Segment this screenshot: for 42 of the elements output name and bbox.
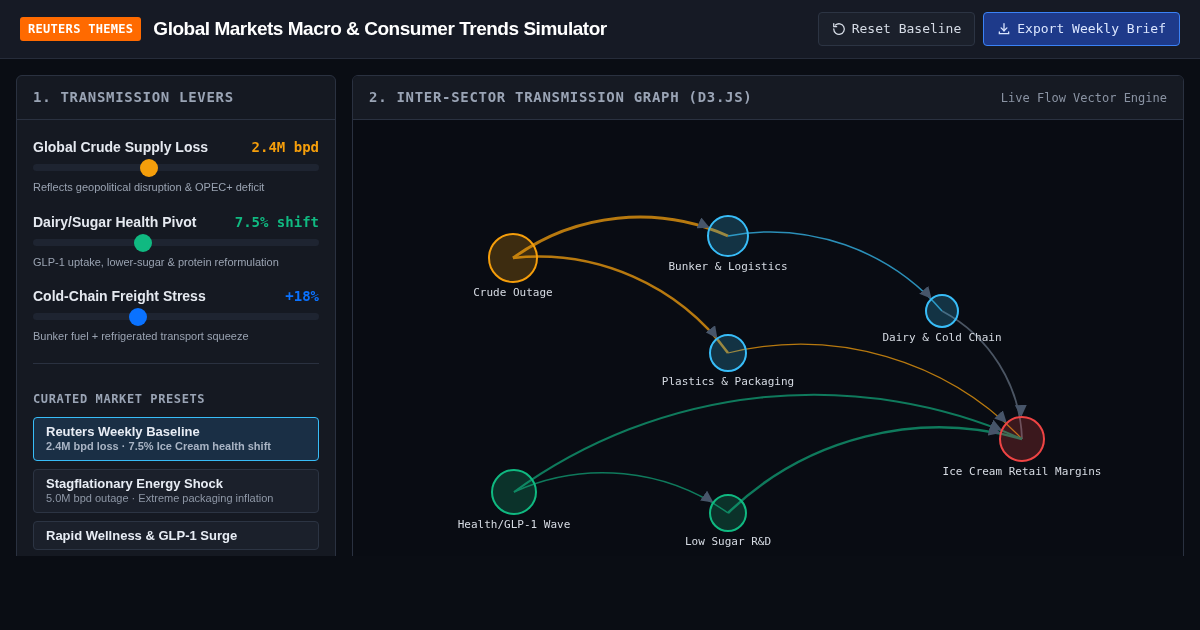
panel-title: 2. INTER-SECTOR TRANSMISSION GRAPH (D3.JS) [369,88,753,107]
preset-option[interactable]: Stagflationary Energy Shock 5.0M bpd outage · Extreme packaging inflation [33,468,319,513]
slider-track[interactable] [33,233,319,252]
node-label: Dairy & Cold Chain [882,331,1002,344]
node-label: Plastics & Packaging [661,375,795,388]
slider-note: Reflects geopolitical disruption & OPEC+ deficit [33,180,266,195]
slider-track[interactable] [33,159,319,177]
slider-thumb[interactable] [139,159,158,177]
graph-node[interactable] [491,469,537,515]
graph-node[interactable] [709,334,747,372]
slider-label: Cold-Chain Freight Stress [33,287,206,306]
slider-note: Bunker fuel + refrigerated transport squeeze [33,329,250,344]
graph-node[interactable] [999,416,1045,462]
graph-node[interactable] [488,233,538,283]
slider-reading: 2.4M bpd [251,138,319,157]
node-label: Crude Outage [473,286,553,299]
slider-reading: +18% [285,287,319,306]
graph-node[interactable] [709,494,747,532]
brand-badge: REUTERS THEMES [20,17,142,41]
node-label: Low Sugar R&D [684,535,772,548]
app-title: Global Markets Macro & Consumer Trends Simulator [153,16,607,41]
slider-label: Global Crude Supply Loss [33,138,209,157]
download-icon [997,22,1012,36]
graph-node[interactable] [925,294,959,328]
reset-button[interactable]: Reset Baseline [817,12,976,46]
node-label: Bunker & Logistics [668,260,788,273]
node-label: Health/GLP-1 Wave [457,518,571,531]
slider-thumb[interactable] [134,233,153,252]
preset-option[interactable]: Reuters Weekly Baseline 2.4M bpd loss · 7.5% Ice Cream health shift [33,416,319,461]
slider-track[interactable] [33,308,319,326]
node-label: Ice Cream Retail Margins [942,465,1102,478]
slider-reading: 7.5% shift [234,212,319,232]
engine-label: Live Flow Vector Engine [1000,89,1167,107]
export-button[interactable]: Export Weekly Brief [983,12,1180,46]
slider-thumb[interactable] [128,308,147,326]
preset-option[interactable]: Rapid Wellness & GLP-1 Surge [33,520,319,550]
slider-note: GLP-1 uptake, lower-sugar & protein reformulation [33,254,280,270]
section-heading: CURATED MARKET PRESETS [33,390,207,408]
slider-label: Dairy/Sugar Health Pivot [33,212,197,232]
graph-node[interactable] [707,215,749,257]
reset-icon [831,22,846,36]
panel-title: 1. TRANSMISSION LEVERS [33,88,234,107]
